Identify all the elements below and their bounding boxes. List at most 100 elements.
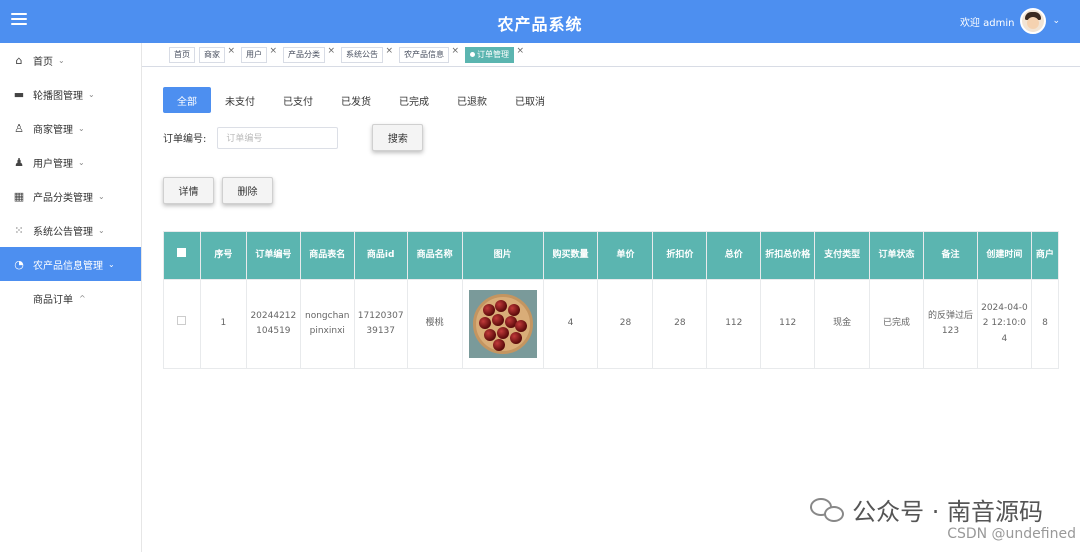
close-icon[interactable]: × — [227, 46, 235, 56]
cell-discount-total: 112 — [760, 279, 816, 369]
select-all-checkbox[interactable] — [177, 248, 187, 258]
cell-table-name: nongchanpinxinxi — [299, 279, 355, 369]
cell-status: 已完成 — [869, 279, 925, 369]
tab-merchants[interactable]: 商家 × — [199, 46, 235, 63]
row-checkbox[interactable] — [177, 316, 187, 326]
sidebar-item-products[interactable]: ◔ 农产品信息管理 ⌄ — [0, 247, 141, 281]
sidebar: ⌂ 首页 ⌄ ▬ 轮播图管理 ⌄ ♙ 商家管理 ⌄ ♟ 用户管理 ⌄ ▦ 产品分… — [0, 43, 142, 552]
sidebar-item-carousel[interactable]: ▬ 轮播图管理 ⌄ — [0, 77, 141, 111]
chevron-down-icon: ⌄ — [88, 89, 95, 99]
col-header: 折扣价 — [652, 231, 708, 280]
cell-pay-type: 现金 — [814, 279, 871, 369]
chevron-down-icon: ⌄ — [108, 259, 115, 269]
col-header: 商品名称 — [406, 231, 463, 280]
grid-icon: ▦ — [13, 189, 25, 203]
cell-product-id: 1712030739137 — [353, 279, 408, 369]
sidebar-subitem-orders[interactable]: 商品订单 ^ — [0, 281, 141, 315]
chevron-down-icon: ⌄ — [78, 157, 85, 167]
order-no-input[interactable]: 订单编号 — [217, 126, 339, 149]
close-icon[interactable]: × — [385, 46, 393, 56]
close-icon[interactable]: × — [269, 46, 277, 56]
table-header-row: 序号 订单编号 商品表名 商品id 商品名称 图片 购买数量 单价 折扣价 总价… — [163, 231, 1060, 280]
cell-discount-price: 28 — [652, 279, 708, 369]
tab-categories[interactable]: 产品分类 × — [283, 46, 335, 63]
cell-merchant: 8 — [1030, 279, 1060, 369]
cell-unit-price: 28 — [597, 279, 654, 369]
image-icon: ▬ — [13, 87, 25, 101]
user-icon: ♟ — [14, 155, 24, 169]
watermark: 公众号 · 南音源码 — [810, 492, 1043, 527]
delete-button[interactable]: 删除 — [222, 177, 273, 204]
col-header: 备注 — [923, 231, 978, 280]
search-button[interactable]: 搜索 — [372, 124, 424, 151]
main-content: 全部 未支付 已支付 已发货 已完成 已退款 已取消 订单编号: 订单编号 搜索… — [142, 68, 1080, 552]
top-navbar: 农产品系统 欢迎 admin ⌄ — [0, 0, 1080, 43]
col-header: 商品表名 — [299, 231, 355, 280]
status-filter-tabs: 全部 未支付 已支付 已发货 已完成 已退款 已取消 — [163, 87, 559, 113]
status-tab-paid[interactable]: 已支付 — [269, 87, 327, 113]
sidebar-item-label: 用户管理 — [33, 158, 73, 170]
tab-users[interactable]: 用户 × — [241, 46, 277, 63]
cell-remark: 的反弹过后123 — [923, 279, 978, 369]
status-tab-cancelled[interactable]: 已取消 — [501, 87, 559, 113]
sidebar-subitem-label: 商品订单 — [33, 294, 73, 306]
col-header: 商品id — [353, 231, 408, 280]
tab-orders[interactable]: 订单管理 × — [465, 46, 524, 63]
sidebar-item-label: 系统公告管理 — [33, 226, 93, 238]
sidebar-item-categories[interactable]: ▦ 产品分类管理 ⌄ — [0, 179, 141, 213]
status-tab-completed[interactable]: 已完成 — [385, 87, 443, 113]
status-tab-unpaid[interactable]: 未支付 — [211, 87, 269, 113]
sidebar-item-label: 首页 — [33, 56, 53, 68]
cell-image — [461, 279, 544, 369]
col-header: 商户 — [1030, 231, 1060, 280]
tags-view: 首页 商家 × 用户 × 产品分类 × 系统公告 × 农产品信息 × 订单管理 × — [142, 43, 1080, 67]
sidebar-item-label: 商家管理 — [33, 124, 73, 136]
col-header: 图片 — [461, 231, 544, 280]
user-outline-icon: ♙ — [14, 121, 24, 135]
chevron-down-icon: ⌄ — [78, 123, 85, 133]
table-row[interactable]: 1 20244212104519 nongchanpinxinxi 171203… — [163, 279, 1060, 369]
watermark-text: 公众号 · 南音源码 — [852, 498, 1043, 526]
cell-product-name: 樱桃 — [406, 279, 463, 369]
col-header: 序号 — [199, 231, 247, 280]
sidebar-item-users[interactable]: ♟ 用户管理 ⌄ — [0, 145, 141, 179]
cell-total: 112 — [706, 279, 762, 369]
user-menu[interactable]: 欢迎 admin ⌄ — [960, 5, 1060, 37]
status-tab-shipped[interactable]: 已发货 — [327, 87, 385, 113]
col-header: 订单状态 — [869, 231, 925, 280]
status-tab-all[interactable]: 全部 — [163, 87, 211, 113]
chevron-up-icon: ^ — [79, 293, 86, 303]
select-all-checkbox-cell[interactable] — [163, 231, 201, 280]
tab-notices[interactable]: 系统公告 × — [341, 46, 393, 63]
row-checkbox-cell[interactable] — [163, 279, 201, 369]
col-header: 单价 — [597, 231, 654, 280]
col-header: 折扣总价格 — [760, 231, 816, 280]
welcome-text: 欢迎 admin — [959, 17, 1015, 29]
csdn-watermark: CSDN @undefined — [947, 526, 1076, 542]
chevron-down-icon[interactable]: ⌄ — [1052, 16, 1060, 26]
active-dot-icon — [470, 52, 475, 57]
cell-index: 1 — [199, 279, 247, 369]
close-icon[interactable]: × — [516, 46, 524, 56]
cell-quantity: 4 — [542, 279, 599, 369]
tab-products[interactable]: 农产品信息 × — [399, 46, 459, 63]
home-icon: ⌂ — [15, 53, 23, 67]
sidebar-item-home[interactable]: ⌂ 首页 ⌄ — [0, 43, 141, 77]
chevron-down-icon: ⌄ — [98, 191, 105, 201]
app-title: 农产品系统 — [497, 15, 583, 34]
avatar[interactable] — [1020, 8, 1047, 34]
apps-icon: ⁙ — [14, 223, 24, 237]
cherry-photo[interactable] — [468, 290, 537, 358]
action-buttons: 详情 删除 — [163, 177, 273, 204]
col-header: 购买数量 — [542, 231, 599, 280]
col-header: 订单编号 — [245, 231, 301, 280]
orders-table: 序号 订单编号 商品表名 商品id 商品名称 图片 购买数量 单价 折扣价 总价… — [163, 231, 1060, 369]
status-tab-refunded[interactable]: 已退款 — [443, 87, 501, 113]
search-label: 订单编号: — [163, 134, 207, 145]
sidebar-item-merchants[interactable]: ♙ 商家管理 ⌄ — [0, 111, 141, 145]
detail-button[interactable]: 详情 — [163, 177, 214, 204]
tab-home[interactable]: 首页 — [169, 46, 195, 63]
close-icon[interactable]: × — [451, 46, 459, 56]
sidebar-item-notices[interactable]: ⁙ 系统公告管理 ⌄ — [0, 213, 141, 247]
close-icon[interactable]: × — [327, 46, 335, 56]
